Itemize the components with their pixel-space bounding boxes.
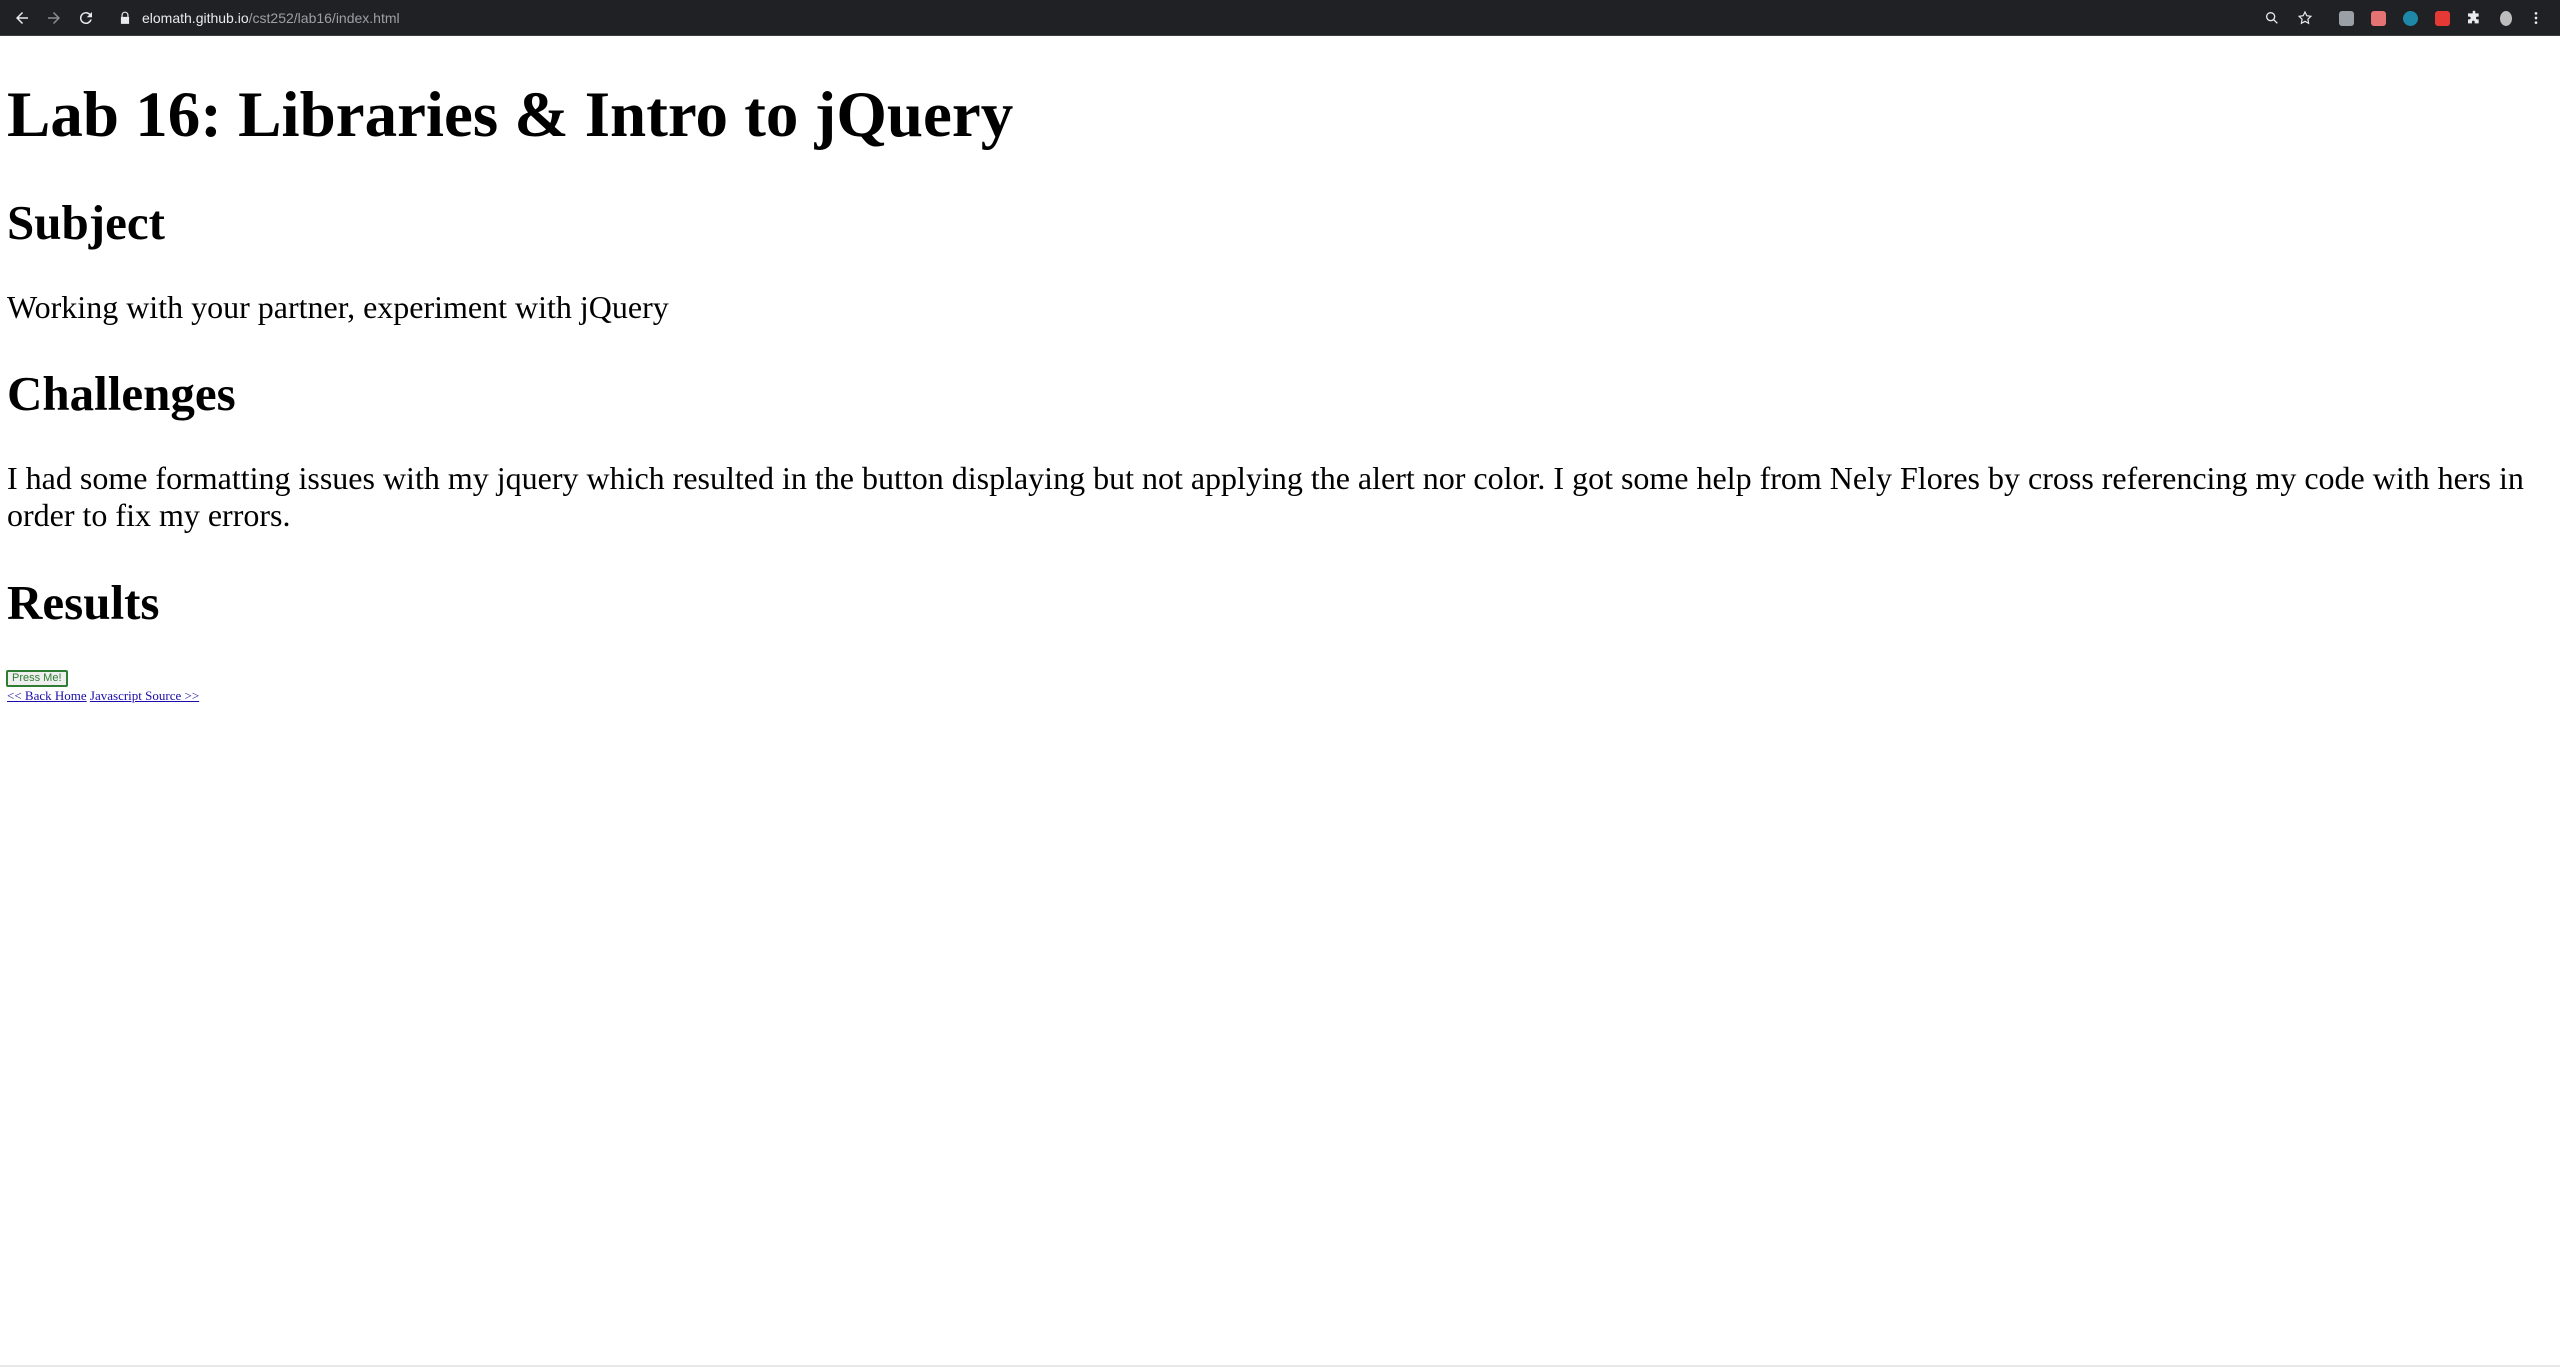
page-content: Lab 16: Libraries & Intro to jQuery Subj…: [0, 36, 2560, 1367]
back-home-link[interactable]: << Back Home: [7, 688, 87, 703]
extension-icon[interactable]: [2432, 8, 2452, 28]
extension-icon[interactable]: [2336, 8, 2356, 28]
subject-heading: Subject: [7, 195, 165, 250]
menu-icon[interactable]: [2526, 8, 2546, 28]
zoom-icon[interactable]: [2262, 8, 2282, 28]
challenges-heading: Challenges: [7, 366, 236, 421]
forward-arrow-icon[interactable]: [42, 6, 66, 30]
page-title: Lab 16: Libraries & Intro to jQuery: [7, 79, 1014, 151]
address-bar[interactable]: elomath.github.io/cst252/lab16/index.htm…: [110, 5, 2260, 31]
extension-icon[interactable]: [2400, 8, 2420, 28]
reload-icon[interactable]: [74, 6, 98, 30]
challenges-text: I had some formatting issues with my jqu…: [7, 460, 2524, 533]
footer-links: << Back Home Javascript Source >>: [7, 688, 199, 704]
javascript-source-link[interactable]: Javascript Source >>: [90, 688, 199, 703]
bookmark-star-icon[interactable]: [2295, 8, 2315, 28]
results-heading: Results: [7, 575, 160, 630]
back-arrow-icon[interactable]: [10, 6, 34, 30]
url-host: elomath.github.io: [142, 10, 249, 26]
browser-toolbar: elomath.github.io/cst252/lab16/index.htm…: [0, 0, 2560, 36]
press-me-button[interactable]: Press Me!: [6, 670, 68, 687]
profile-icon[interactable]: [2496, 8, 2516, 28]
url-path: /cst252/lab16/index.html: [248, 10, 400, 26]
extension-icon[interactable]: [2368, 8, 2388, 28]
lock-icon: [120, 11, 130, 24]
subject-text: Working with your partner, experiment wi…: [7, 289, 669, 325]
puzzle-extensions-icon[interactable]: [2464, 8, 2484, 28]
